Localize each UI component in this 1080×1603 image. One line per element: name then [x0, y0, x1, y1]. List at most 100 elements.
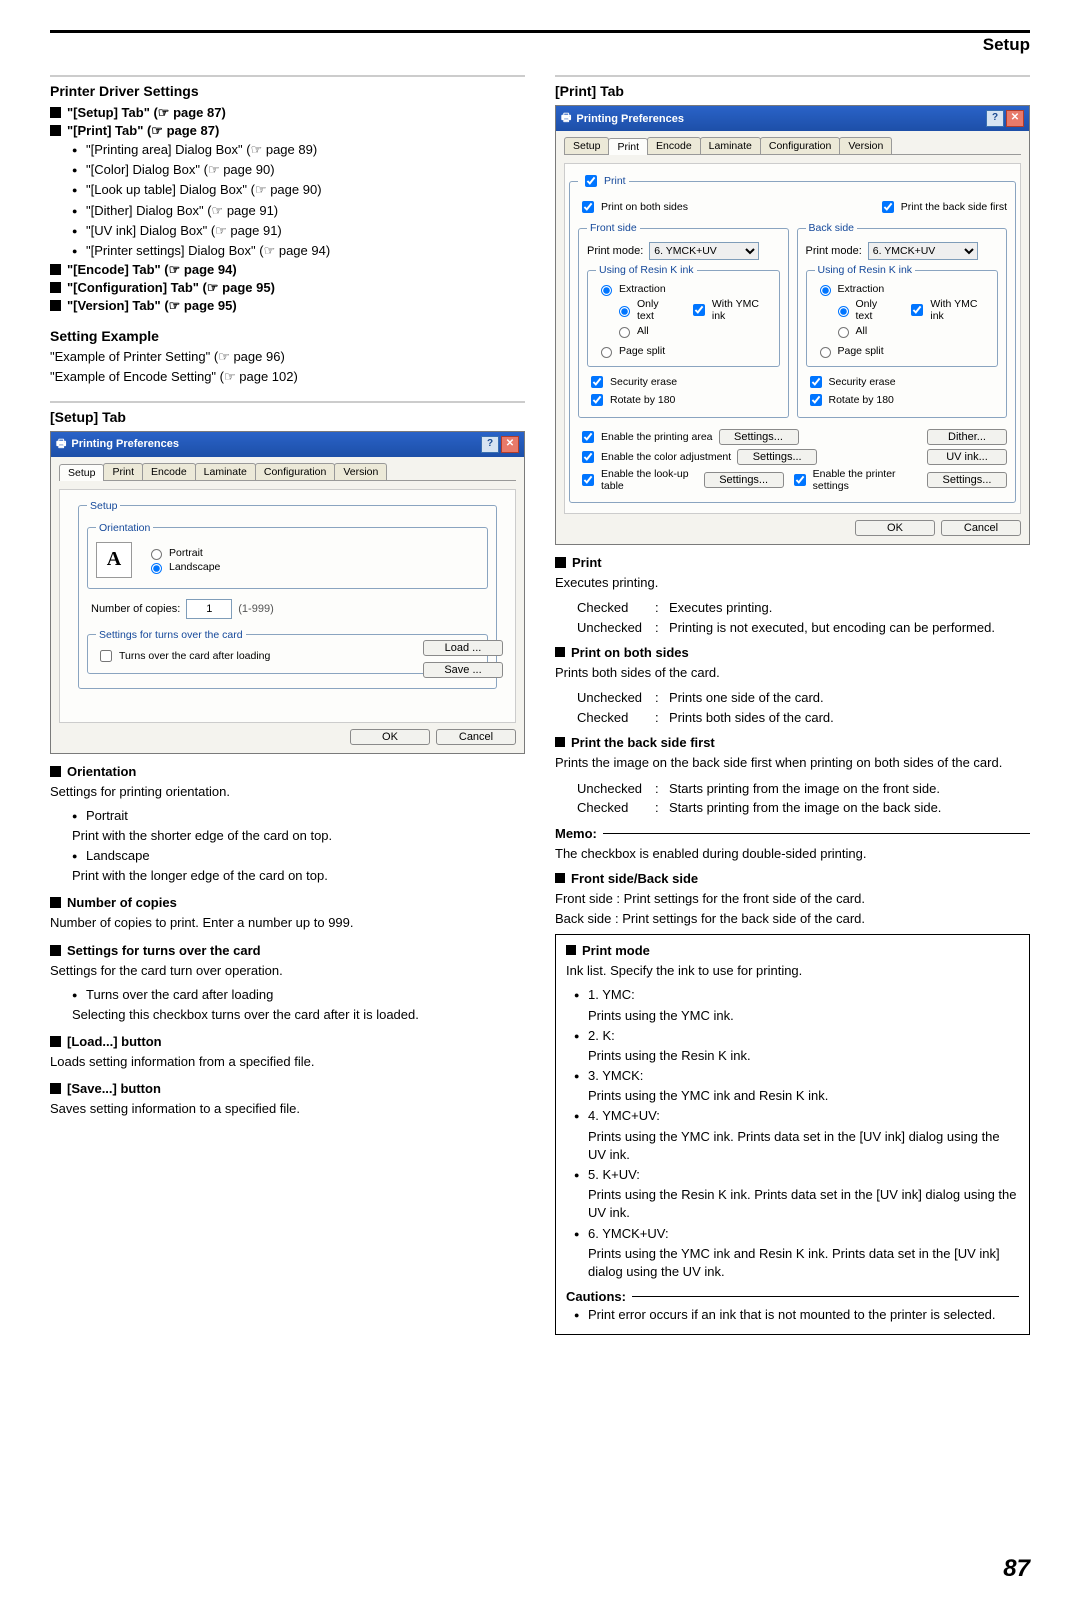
- checkbox-enable-printer[interactable]: [794, 474, 806, 486]
- radio-extraction-front[interactable]: [601, 285, 612, 296]
- front-side-legend: Front side: [587, 222, 640, 234]
- pm-3a: 3. YMCK:: [588, 1067, 643, 1085]
- square-icon: [50, 766, 61, 777]
- dialog-title: Printing Preferences: [71, 438, 179, 450]
- radio-all-front[interactable]: [619, 327, 630, 338]
- settings-button-color[interactable]: Settings...: [737, 449, 817, 465]
- number-of-copies-input[interactable]: [186, 599, 232, 619]
- label-with-ymc-back: With YMC ink: [930, 298, 989, 322]
- help-icon[interactable]: ?: [986, 110, 1004, 127]
- tab-setup[interactable]: Setup: [564, 137, 609, 154]
- kv-val: Executes printing.: [669, 598, 1030, 618]
- tab-encode[interactable]: Encode: [647, 137, 701, 154]
- radio-portrait[interactable]: [151, 549, 162, 560]
- kv-key: Unchecked: [577, 618, 655, 638]
- load-button[interactable]: Load ...: [423, 640, 503, 656]
- label-extraction: Extraction: [619, 283, 666, 295]
- help-icon[interactable]: ?: [481, 436, 499, 453]
- cancel-button[interactable]: Cancel: [436, 729, 516, 745]
- text-setting-example-1: "Example of Printer Setting" (☞ page 96): [50, 348, 525, 366]
- radio-only-text-back[interactable]: [838, 306, 849, 317]
- radio-extraction-back[interactable]: [820, 285, 831, 296]
- settings-button-area[interactable]: Settings...: [719, 429, 799, 445]
- close-icon[interactable]: ✕: [501, 436, 519, 453]
- kv-val: Prints one side of the card.: [669, 688, 1030, 708]
- close-icon[interactable]: ✕: [1006, 110, 1024, 127]
- pm-5a: 5. K+UV:: [588, 1166, 640, 1184]
- save-button[interactable]: Save ...: [423, 662, 503, 678]
- tab-print[interactable]: Print: [608, 138, 648, 155]
- heading-both-sides: Print on both sides: [571, 645, 689, 660]
- heading-number-of-copies: Number of copies: [67, 895, 177, 910]
- orientation-preview-icon: A: [96, 542, 132, 578]
- label-print: Print: [604, 175, 626, 187]
- ok-button[interactable]: OK: [350, 729, 430, 745]
- pm-6b: Prints using the YMC ink and Resin K ink…: [588, 1245, 1019, 1281]
- select-print-mode-back[interactable]: 6. YMCK+UV: [868, 242, 978, 260]
- checkbox-enable-lookup[interactable]: [582, 474, 594, 486]
- checkbox-back-first[interactable]: [882, 201, 894, 213]
- text-turns-detail: Selecting this checkbox turns over the c…: [72, 1006, 525, 1024]
- square-icon: [566, 945, 576, 955]
- heading-print-mode: Print mode: [582, 943, 650, 958]
- checkbox-enable-area[interactable]: [582, 431, 594, 443]
- label-enable-area: Enable the printing area: [601, 431, 713, 443]
- tab-version[interactable]: Version: [839, 137, 892, 154]
- tab-laminate[interactable]: Laminate: [195, 463, 256, 480]
- setup-dialog-screenshot: 🖶Printing Preferences ? ✕ Setup Print En…: [50, 431, 525, 754]
- tab-laminate[interactable]: Laminate: [700, 137, 761, 154]
- pm-6a: 6. YMCK+UV:: [588, 1225, 669, 1243]
- settings-button-printer[interactable]: Settings...: [927, 472, 1007, 488]
- tab-encode[interactable]: Encode: [142, 463, 196, 480]
- checkbox-with-ymc-front[interactable]: [693, 304, 705, 316]
- checkbox-with-ymc-back[interactable]: [911, 304, 923, 316]
- label-rotate-back: Rotate by 180: [829, 394, 894, 406]
- checkbox-rotate-front[interactable]: [591, 394, 603, 406]
- ok-button[interactable]: OK: [855, 520, 935, 536]
- text-landscape: Landscape: [86, 847, 150, 865]
- checkbox-security-front[interactable]: [591, 376, 603, 388]
- tab-print[interactable]: Print: [103, 463, 143, 480]
- tab-setup[interactable]: Setup: [59, 464, 104, 481]
- checkbox-rotate-back[interactable]: [810, 394, 822, 406]
- checkbox-print[interactable]: [585, 175, 597, 187]
- kv-sep: :: [655, 598, 669, 618]
- label-only-text: Only text: [637, 298, 675, 322]
- kv-val: Printing is not executed, but encoding c…: [669, 618, 1030, 638]
- checkbox-security-back[interactable]: [810, 376, 822, 388]
- checkbox-enable-color[interactable]: [582, 451, 594, 463]
- radio-only-text-front[interactable]: [619, 306, 630, 317]
- radio-all-back[interactable]: [838, 327, 849, 338]
- checkbox-both-sides[interactable]: [582, 201, 594, 213]
- dither-button[interactable]: Dither...: [927, 429, 1007, 445]
- label-extraction-back: Extraction: [838, 283, 885, 295]
- tab-configuration[interactable]: Configuration: [255, 463, 335, 480]
- radio-page-split-front[interactable]: [601, 347, 612, 358]
- kv-key: Unchecked: [577, 779, 655, 799]
- kv-sep: :: [655, 618, 669, 638]
- dialog-tabs: Setup Print Encode Laminate Configuratio…: [564, 137, 1021, 155]
- radio-page-split-back[interactable]: [820, 347, 831, 358]
- kv-val: Starts printing from the image on the fr…: [669, 779, 1030, 799]
- square-icon: [50, 945, 61, 956]
- bullet-icon: [574, 1166, 582, 1184]
- ref-lookup: "[Look up table] Dialog Box" (☞ page 90): [86, 181, 322, 199]
- cancel-button[interactable]: Cancel: [941, 520, 1021, 536]
- select-print-mode-front[interactable]: 6. YMCK+UV: [649, 242, 759, 260]
- radio-landscape[interactable]: [151, 563, 162, 574]
- tab-version[interactable]: Version: [334, 463, 387, 480]
- label-copies: Number of copies:: [91, 603, 180, 615]
- page-number: 87: [50, 1555, 1030, 1583]
- label-all-back: All: [856, 325, 868, 337]
- checkbox-turns-over[interactable]: [100, 650, 112, 662]
- kv-key: Checked: [577, 598, 655, 618]
- text-save-desc: Saves setting information to a specified…: [50, 1100, 525, 1118]
- settings-button-lookup[interactable]: Settings...: [704, 472, 784, 488]
- ref-setup-tab: "[Setup] Tab" (☞ page 87): [67, 105, 226, 121]
- tab-configuration[interactable]: Configuration: [760, 137, 840, 154]
- copies-range: (1-999): [238, 603, 273, 615]
- window-icon: 🖶: [561, 109, 571, 128]
- bullet-icon: [72, 986, 80, 1004]
- uvink-button[interactable]: UV ink...: [927, 449, 1007, 465]
- print-dialog-screenshot: 🖶Printing Preferences ? ✕ Setup Print En…: [555, 105, 1030, 545]
